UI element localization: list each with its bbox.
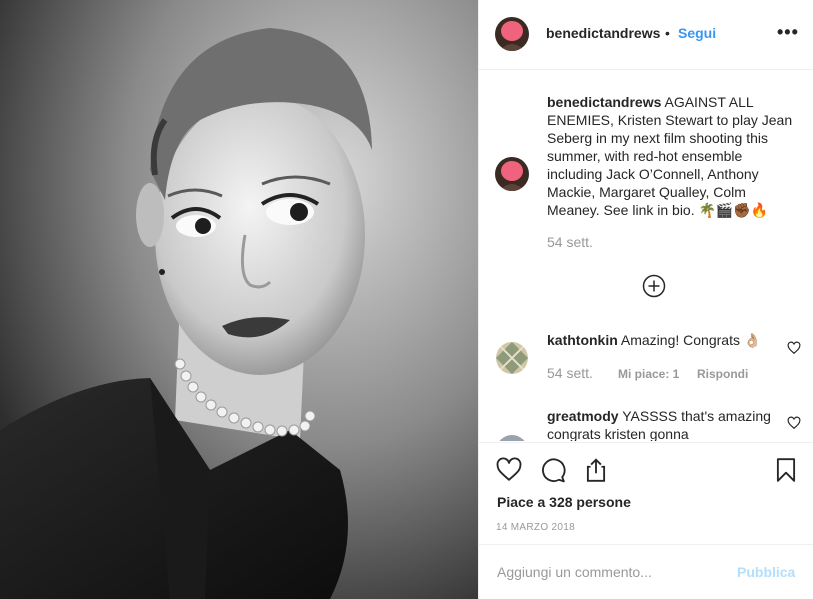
bookmark-save-icon[interactable]: [773, 457, 799, 483]
load-more-comments-button[interactable]: [642, 274, 666, 298]
follow-button[interactable]: Segui: [678, 25, 716, 41]
author-username[interactable]: benedictandrews: [546, 25, 660, 41]
caption-text: AGAINST ALL ENEMIES, Kristen Stewart to …: [547, 94, 793, 218]
comments-list[interactable]: benedictandrews AGAINST ALL ENEMIES, Kri…: [479, 71, 813, 441]
post-photo[interactable]: [0, 0, 478, 599]
comment-body: Amazing! Congrats 👌🏼: [617, 332, 762, 348]
comment-like-heart-icon[interactable]: [787, 341, 801, 355]
likes-count[interactable]: Piace a 328 persone: [497, 494, 631, 510]
post-caption: benedictandrews AGAINST ALL ENEMIES, Kri…: [547, 93, 801, 219]
post-header: benedictandrews • Segui •••: [479, 0, 813, 70]
comment-avatar[interactable]: [496, 435, 528, 441]
comment-like-heart-icon[interactable]: [787, 416, 801, 430]
plus-circle-icon: [642, 274, 666, 298]
add-comment-bar: Pubblica: [479, 544, 813, 599]
more-options-icon[interactable]: •••: [777, 22, 799, 43]
post-date[interactable]: 14 MARZO 2018: [496, 522, 575, 533]
share-upload-icon[interactable]: [583, 457, 609, 483]
comment-username[interactable]: kathtonkin: [547, 332, 618, 348]
like-heart-icon[interactable]: [496, 457, 522, 483]
comment-avatar[interactable]: [496, 342, 528, 374]
comment-timestamp[interactable]: 54 sett.: [547, 365, 593, 381]
caption-avatar[interactable]: [495, 157, 529, 191]
caption-timestamp[interactable]: 54 sett.: [547, 234, 593, 250]
comment-likes-count[interactable]: Mi piace: 1: [618, 367, 679, 381]
comment-input[interactable]: [497, 561, 727, 583]
comment-username[interactable]: greatmody: [547, 408, 619, 424]
publish-button[interactable]: Pubblica: [737, 564, 795, 580]
comment-text: kathtonkin Amazing! Congrats 👌🏼: [547, 331, 779, 349]
post-detail-panel: benedictandrews • Segui ••• benedictandr…: [478, 0, 813, 599]
comment-text: greatmody YASSSS that's amazing congrats…: [547, 407, 779, 441]
author-avatar[interactable]: [495, 17, 529, 51]
reply-button[interactable]: Rispondi: [697, 367, 748, 381]
portrait-image: [0, 0, 478, 599]
post-actions: Piace a 328 persone 14 MARZO 2018: [479, 442, 813, 544]
separator-dot: •: [665, 25, 670, 41]
comment-bubble-icon[interactable]: [540, 457, 566, 483]
caption-username[interactable]: benedictandrews: [547, 94, 661, 110]
